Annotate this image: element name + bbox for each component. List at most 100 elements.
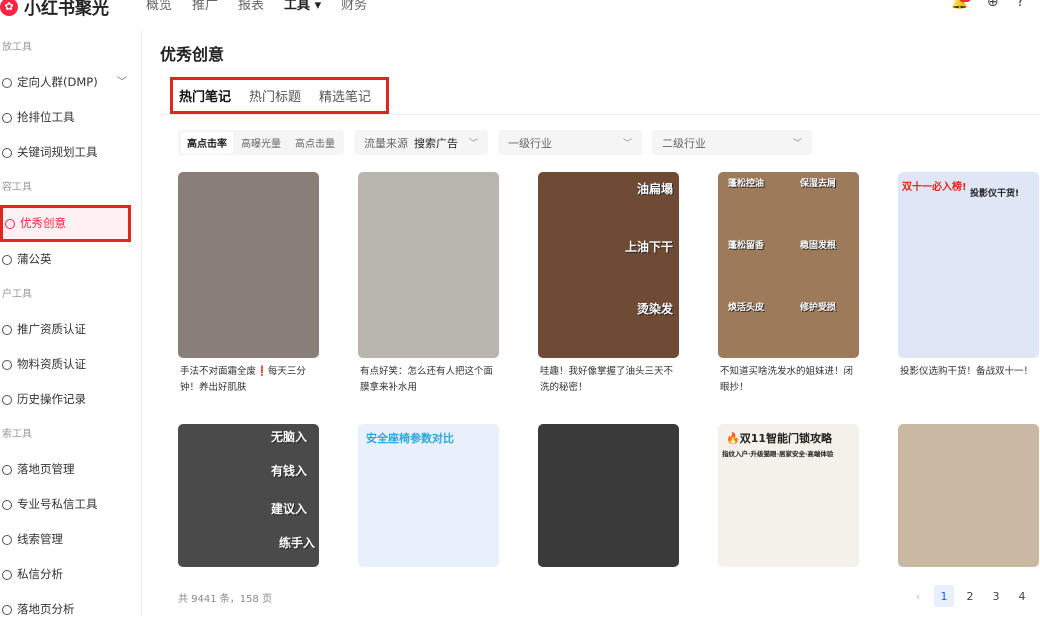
- top-nav: 概览 推广 报表 工具 ▾ 财务: [146, 0, 367, 13]
- note-thumbnail: [538, 424, 679, 567]
- note-card[interactable]: 无脑入 有钱入 建议入 练手入: [178, 424, 319, 567]
- note-card[interactable]: 手法不对面霜全废❗️每天三分钟！养出好肌肤: [178, 172, 319, 406]
- target-icon: [2, 77, 12, 88]
- thumbnail-text: 建议入: [270, 502, 307, 516]
- sidebar-item-rank[interactable]: 抢排位工具: [0, 100, 141, 135]
- message-icon: [2, 499, 12, 510]
- thumbnail-text: 投影仪干货!: [970, 189, 1020, 199]
- rank-icon: [2, 112, 12, 123]
- thumbnail-text: 油扁塌: [636, 182, 673, 196]
- chevron-down-icon: ﹀: [792, 139, 802, 149]
- thumbnail-text: 蓬松留香: [728, 241, 765, 251]
- thumbnail-text: 练手入: [278, 536, 315, 550]
- note-card[interactable]: 双十一必入榜! 投影仪干货! 投影仪选购干货！备战双十一！: [898, 172, 1039, 406]
- logo-icon: ✿: [0, 0, 18, 16]
- note-card[interactable]: 🔥双11智能门锁攻略 指纹入户·升级猫眼·居家安全·高端体验: [718, 424, 859, 567]
- note-thumbnail: 安全座椅参数对比: [358, 424, 499, 567]
- topnav-reports[interactable]: 报表: [238, 0, 264, 13]
- sidebar-item-leads[interactable]: 线索管理: [0, 522, 141, 557]
- note-card[interactable]: 蓬松控油 保湿去屑 蓬松留香 稳固发根 焕活头皮 修护受损 不知道买啥洗发水的姐…: [718, 172, 859, 406]
- tab-hot-titles[interactable]: 热门标题: [249, 86, 301, 105]
- pagination: ‹ 1 2 3 4: [908, 585, 1032, 607]
- page-3[interactable]: 3: [986, 585, 1006, 607]
- chevron-down-icon: ﹀: [468, 139, 478, 149]
- note-caption: 哇趣！我好像掌握了油头三天不洗的秘密！: [540, 366, 674, 393]
- sidebar-item-promo-cert[interactable]: 推广资质认证: [0, 312, 141, 347]
- sort-impressions[interactable]: 高曝光量: [235, 132, 287, 153]
- sidebar-section-title: 容工具: [2, 182, 32, 193]
- thumbnail-text: 安全座椅参数对比: [366, 432, 454, 445]
- note-card[interactable]: 油扁塌 上油下干 烫染发 哇趣！我好像掌握了油头三天不洗的秘密！: [538, 172, 679, 406]
- cert-icon: [2, 359, 12, 370]
- page-4[interactable]: 4: [1012, 585, 1032, 607]
- sidebar-item-dm-analysis[interactable]: 私信分析: [0, 557, 141, 592]
- filter-bar: 高点击率 高曝光量 高点击量 流量来源 搜索广告 ﹀ 一级行业 ﹀ 二级行业 ﹀: [178, 130, 812, 155]
- sort-clicks[interactable]: 高点击量: [289, 132, 341, 153]
- note-thumbnail: [358, 172, 499, 358]
- thumbnail-text: 上油下干: [624, 240, 673, 254]
- thumbnail-text: 无脑入: [270, 430, 307, 444]
- notification-badge: [959, 0, 972, 2]
- top-icons: 🔔 ⊕ ?: [951, 0, 1024, 10]
- thumbnail-text: 有钱入: [270, 464, 307, 478]
- download-icon[interactable]: ⊕: [987, 0, 999, 10]
- sidebar-item-creative[interactable]: 优秀创意: [0, 205, 131, 242]
- thumbnail-text: 焕活头皮: [728, 303, 765, 313]
- topnav-overview[interactable]: 概览: [146, 0, 172, 13]
- tab-hot-notes[interactable]: 热门笔记: [179, 86, 231, 105]
- note-caption: 手法不对面霜全废❗️每天三分钟！养出好肌肤: [180, 366, 306, 393]
- thumbnail-text: 蓬松控油: [728, 179, 765, 189]
- sort-ctr[interactable]: 高点击率: [181, 132, 233, 153]
- sort-segment: 高点击率 高曝光量 高点击量: [178, 130, 344, 155]
- sidebar-item-landing-analysis[interactable]: 落地页分析: [0, 592, 141, 627]
- industry2-select[interactable]: 二级行业 ﹀: [652, 130, 812, 155]
- sidebar-section-title: 户工具: [2, 289, 32, 300]
- sidebar-item-material-cert[interactable]: 物料资质认证: [0, 347, 141, 382]
- creative-icon: [5, 218, 15, 229]
- history-icon: [2, 394, 12, 405]
- thumbnail-text: 保湿去屑: [800, 179, 837, 189]
- sidebar-section-title: 放工具: [2, 42, 32, 53]
- tab-divider: [160, 114, 1040, 115]
- creative-grid: 手法不对面霜全废❗️每天三分钟！养出好肌肤 有点好笑：怎么还有人把这个面膜拿来补…: [178, 172, 1039, 567]
- cert-icon: [2, 324, 12, 335]
- note-caption: 投影仪选购干货！备战双十一！: [900, 366, 1034, 377]
- thumbnail-text: 修护受损: [800, 303, 837, 313]
- note-thumbnail: 蓬松控油 保湿去屑 蓬松留香 稳固发根 焕活头皮 修护受损: [718, 172, 859, 358]
- note-thumbnail: 无脑入 有钱入 建议入 练手入: [178, 424, 319, 567]
- note-card[interactable]: 有点好笑：怎么还有人把这个面膜拿来补水用: [358, 172, 499, 406]
- note-card[interactable]: [898, 424, 1039, 567]
- landing-icon: [2, 464, 12, 475]
- note-caption: 有点好笑：怎么还有人把这个面膜拿来补水用: [360, 366, 494, 393]
- page-title: 优秀创意: [160, 45, 225, 64]
- sidebar: 放工具 定向人群(DMP) ﹀ 抢排位工具 关键词规划工具 容工具 优秀创意 蒲公…: [0, 30, 142, 617]
- bell-icon[interactable]: 🔔: [951, 0, 972, 10]
- sidebar-item-keyword[interactable]: 关键词规划工具: [0, 135, 141, 170]
- industry1-select[interactable]: 一级行业 ﹀: [498, 130, 642, 155]
- note-card[interactable]: 安全座椅参数对比: [358, 424, 499, 567]
- page-2[interactable]: 2: [960, 585, 980, 607]
- sidebar-item-dm-tool[interactable]: 专业号私信工具: [0, 487, 141, 522]
- note-card[interactable]: [538, 424, 679, 567]
- app-name: 小红书聚光: [24, 0, 109, 19]
- page-1[interactable]: 1: [934, 585, 954, 607]
- note-thumbnail: 双十一必入榜! 投影仪干货!: [898, 172, 1039, 358]
- tab-selected-notes[interactable]: 精选笔记: [319, 86, 371, 105]
- traffic-source-select[interactable]: 流量来源 搜索广告 ﹀: [354, 130, 488, 155]
- sidebar-item-pugongying[interactable]: 蒲公英: [0, 242, 141, 277]
- thumbnail-text: 双十一必入榜!: [902, 182, 967, 193]
- topnav-finance[interactable]: 财务: [341, 0, 367, 13]
- sidebar-item-dmp[interactable]: 定向人群(DMP) ﹀: [0, 65, 141, 100]
- sidebar-item-history[interactable]: 历史操作记录: [0, 382, 141, 417]
- top-bar: ✿ 小红书聚光 概览 推广 报表 工具 ▾ 财务 🔔 ⊕ ?: [0, 0, 1040, 20]
- sidebar-item-landing[interactable]: 落地页管理: [0, 452, 141, 487]
- thumbnail-text: 烫染发: [636, 302, 673, 316]
- prev-page-icon[interactable]: ‹: [908, 585, 928, 607]
- logo[interactable]: ✿ 小红书聚光: [0, 0, 109, 19]
- chevron-down-icon: ﹀: [117, 77, 127, 88]
- help-icon[interactable]: ?: [1017, 0, 1024, 10]
- thumbnail-text: 指纹入户·升级猫眼·居家安全·高端体验: [722, 450, 834, 458]
- topnav-tools[interactable]: 工具 ▾: [284, 0, 321, 13]
- thumbnail-text: 🔥双11智能门锁攻略: [726, 432, 833, 445]
- topnav-promote[interactable]: 推广: [192, 0, 218, 13]
